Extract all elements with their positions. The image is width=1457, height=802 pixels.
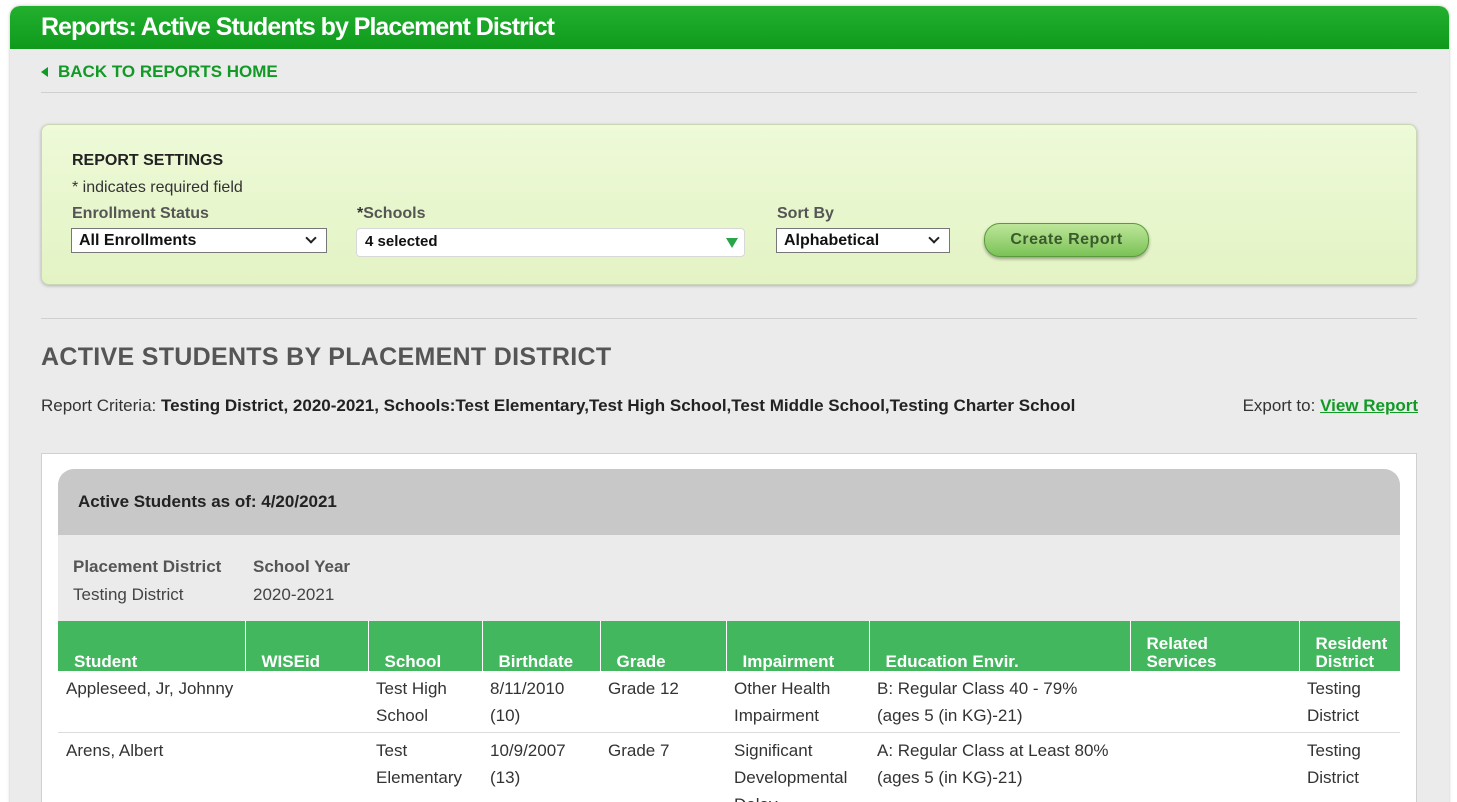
criteria-value: Testing District, 2020-2021, Schools:Tes…	[160, 396, 1076, 415]
dropdown-triangle-icon	[726, 238, 738, 248]
enrollment-select[interactable]: All Enrollments	[71, 228, 327, 253]
settings-title: REPORT SETTINGS	[72, 152, 224, 169]
cell-wiseid	[245, 733, 368, 802]
enrollment-label: Enrollment Status	[72, 205, 209, 222]
sort-select[interactable]: Alphabetical	[776, 228, 950, 253]
cell-wiseid	[245, 671, 368, 733]
col-birthdate[interactable]: Birthdate	[481, 621, 600, 671]
cell-related-services	[1130, 733, 1299, 802]
school-year-meta: School Year 2020-2021	[253, 553, 350, 609]
chevron-down-icon	[928, 232, 940, 244]
cell-grade: Grade 7	[608, 741, 670, 760]
col-related-services[interactable]: Related Services	[1129, 621, 1299, 671]
divider	[41, 318, 1417, 319]
title-bar: Reports: Active Students by Placement Di…	[10, 6, 1449, 49]
sort-value: Alphabetical	[784, 231, 880, 249]
cell-student: Appleseed, Jr, Johnny	[58, 671, 245, 733]
school-year-label: School Year	[253, 557, 351, 576]
export-label: Export to:	[1242, 396, 1321, 415]
placement-district-value: Testing District	[73, 585, 184, 604]
cell-grade: Grade 12	[600, 671, 726, 733]
criteria-label: Report Criteria:	[41, 396, 161, 415]
schools-label: *Schools	[357, 205, 425, 223]
col-wiseid[interactable]: WISEid	[244, 621, 368, 671]
as-of-header: Active Students as of: 4/20/2021	[58, 469, 1400, 535]
cell-school: Test High School	[368, 671, 482, 733]
col-grade[interactable]: Grade	[599, 621, 726, 671]
page-title: Reports: Active Students by Placement Di…	[41, 13, 555, 41]
placement-district-meta: Placement District Testing District	[73, 553, 221, 609]
cell-education-envir: B: Regular Class 40 - 79% (ages 5 (in KG…	[869, 671, 1130, 733]
enrollment-value: All Enrollments	[79, 231, 197, 249]
view-report-link[interactable]: View Report	[1320, 396, 1418, 415]
students-table: Student WISEid School Birthdate Grade Im…	[58, 621, 1400, 802]
schools-value: 4 selected	[365, 233, 438, 250]
back-link-label: BACK TO REPORTS HOME	[58, 62, 278, 81]
cell-education-envir: A: Regular Class at Least 80% (ages 5 (i…	[877, 741, 1109, 787]
cell-birthdate: 10/9/2007 (13)	[490, 741, 566, 787]
divider	[41, 92, 1417, 93]
sort-label: Sort By	[777, 205, 834, 222]
report-heading: ACTIVE STUDENTS BY PLACEMENT DISTRICT	[41, 343, 612, 371]
col-student[interactable]: Student	[58, 621, 245, 671]
cell-birthdate: 8/11/2010 (10)	[482, 671, 600, 733]
col-education-envir[interactable]: Education Envir.	[868, 621, 1130, 671]
cell-school: Test Elementary	[376, 741, 462, 787]
placement-district-label: Placement District	[73, 557, 222, 576]
cell-impairment: Other Health Impairment	[726, 671, 869, 733]
cell-resident-district: Testing District	[1307, 741, 1361, 787]
report-meta: Placement District Testing District Scho…	[58, 535, 1400, 621]
report-settings-panel: REPORT SETTINGS * indicates required fie…	[41, 124, 1417, 285]
table-header-row: Student WISEid School Birthdate Grade Im…	[58, 621, 1400, 671]
cell-student: Arens, Albert	[66, 741, 164, 760]
table-row: Arens, Albert Test Elementary 10/9/2007 …	[58, 733, 1400, 802]
col-impairment[interactable]: Impairment	[725, 621, 869, 671]
schools-multiselect[interactable]: 4 selected	[356, 228, 745, 257]
school-year-value: 2020-2021	[253, 585, 335, 604]
back-arrow-icon	[41, 67, 48, 77]
back-to-reports-link[interactable]: BACK TO REPORTS HOME	[41, 62, 278, 82]
export-area: Export to: View Report	[1243, 392, 1418, 419]
chevron-down-icon	[305, 232, 317, 244]
col-resident-district[interactable]: Resident District	[1298, 621, 1400, 671]
cell-resident-district: Testing District	[1299, 671, 1400, 733]
cell-related-services	[1130, 671, 1299, 733]
cell-impairment: Significant Developmental Delay	[734, 741, 848, 802]
report-criteria: Report Criteria: Testing District, 2020-…	[41, 392, 1101, 419]
schools-label-text: Schools	[363, 205, 426, 222]
report-window: Reports: Active Students by Placement Di…	[10, 6, 1449, 802]
required-note: * indicates required field	[72, 179, 243, 196]
table-row: Appleseed, Jr, Johnny Test High School 8…	[58, 671, 1400, 733]
col-school[interactable]: School	[367, 621, 482, 671]
create-report-button[interactable]: Create Report	[984, 223, 1149, 257]
report-output: Active Students as of: 4/20/2021 Placeme…	[41, 453, 1417, 802]
